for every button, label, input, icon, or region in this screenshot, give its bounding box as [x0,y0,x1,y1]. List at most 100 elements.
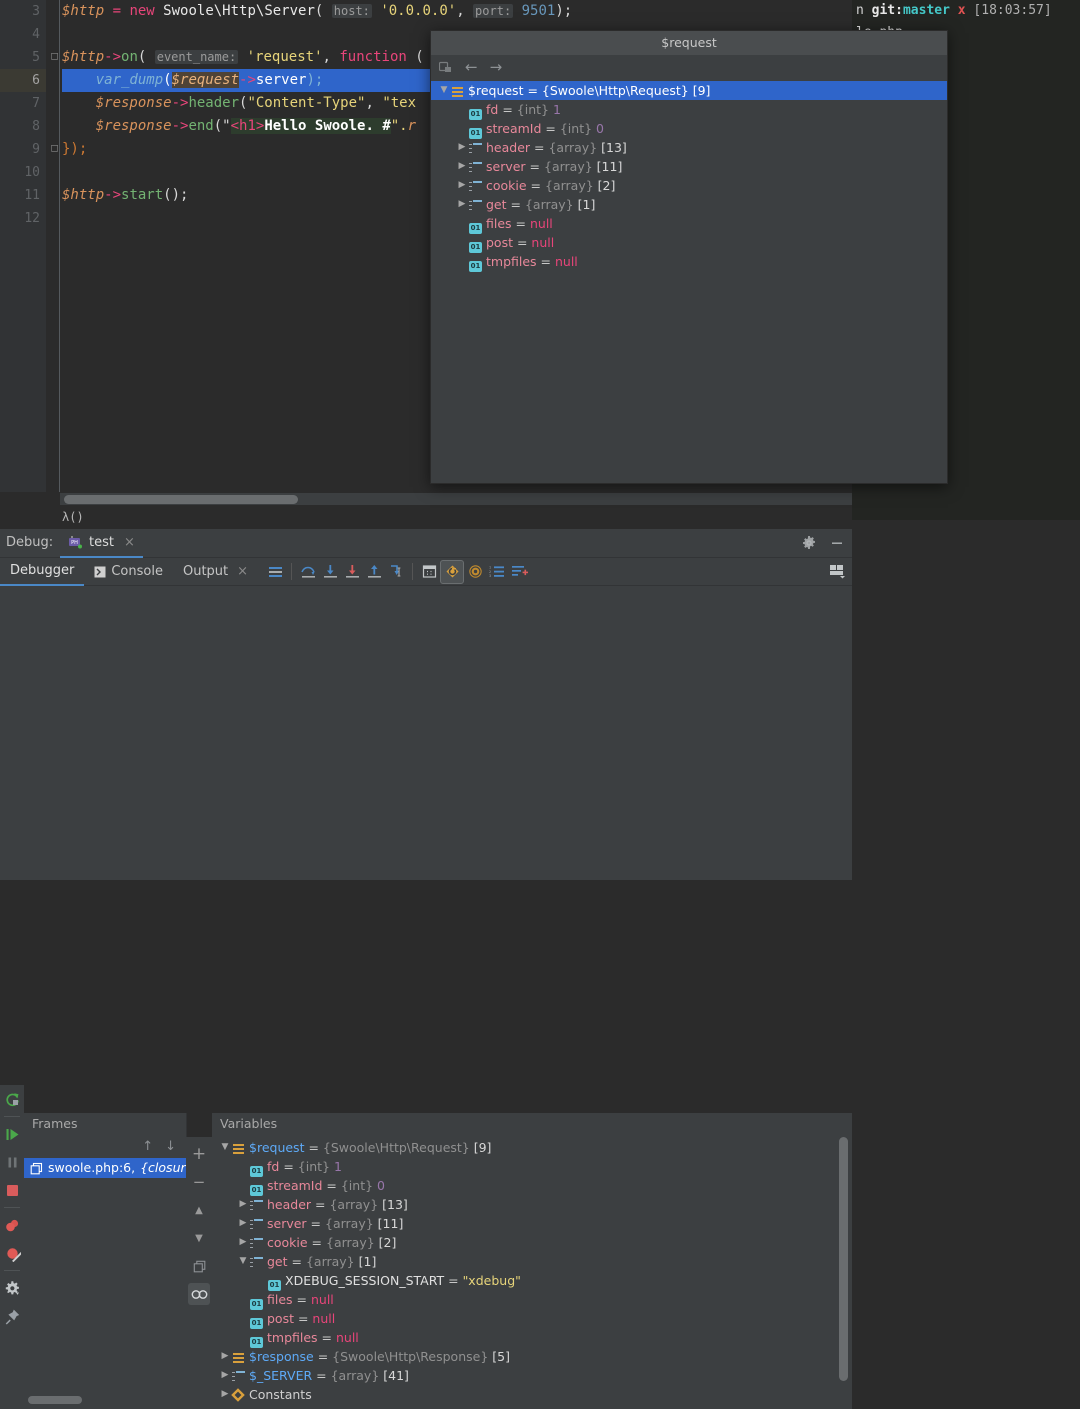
tree-row-name: $_SERVER [249,1368,312,1383]
tree-row[interactable]: ▶header = {array} [13] [431,138,947,157]
tree-row[interactable]: ▶cookie = {array} [2] [212,1233,852,1252]
variable-inspect-popup[interactable]: $request ← → ▼$request = {Swoole\Http\Re… [430,30,948,484]
copy-value-icon[interactable] [188,1255,210,1277]
show-execution-point-icon[interactable] [264,561,286,583]
stop-program-icon[interactable] [0,1176,24,1204]
step-over-icon[interactable] [297,561,319,583]
run-to-cursor-icon[interactable] [385,561,407,583]
forward-arrow-icon[interactable]: → [490,60,503,75]
collapse-twisty[interactable]: ▼ [218,1138,232,1157]
debug-actions-rail[interactable] [0,1085,24,1409]
expand-twisty[interactable]: ▶ [455,138,469,157]
tree-row[interactable]: 01XDEBUG_SESSION_START = "xdebug" [212,1271,852,1290]
expand-twisty[interactable]: ▶ [455,176,469,195]
at-breakpoint-icon[interactable] [464,561,486,583]
tree-row[interactable]: ▶Constants [212,1385,852,1404]
pause-program-icon[interactable] [0,1148,24,1176]
close-icon[interactable]: × [237,559,248,585]
debug-session-tab[interactable]: PH test × [60,529,143,558]
tree-row[interactable]: ▼$request = {Swoole\Http\Request} [9] [212,1138,852,1157]
tree-row[interactable]: 01fd = {int} 1 [431,100,947,119]
tree-row[interactable]: 01tmpfiles = null [431,252,947,271]
tree-row[interactable]: 01tmpfiles = null [212,1328,852,1347]
expand-twisty[interactable]: ▶ [236,1233,250,1252]
collapse-twisty[interactable]: ▼ [236,1252,250,1271]
scrollbar-thumb[interactable] [28,1396,82,1404]
expand-twisty[interactable]: ▶ [455,157,469,176]
tree-row[interactable]: ▼$request = {Swoole\Http\Request} [9] [431,81,947,100]
variables-tree[interactable]: ▼$request = {Swoole\Http\Request} [9]01f… [212,1134,852,1409]
code-fold-icon[interactable]: ◻ [48,50,61,63]
tree-row[interactable]: ▶server = {array} [11] [431,157,947,176]
inline-watches-icon[interactable] [188,1283,210,1305]
evaluate-expression-icon[interactable] [418,561,440,583]
mute-breakpoints-rail-icon[interactable] [0,1239,24,1267]
close-icon[interactable]: × [124,529,135,556]
tree-row[interactable]: ▶$_SERVER = {array} [41] [212,1366,852,1385]
editor-breadcrumb[interactable]: λ() [0,505,852,529]
view-breakpoints-icon[interactable] [0,1211,24,1239]
back-arrow-icon[interactable]: ← [465,60,478,75]
rerun-icon[interactable] [0,1085,24,1113]
tree-row[interactable]: ▶$response = {Swoole\Http\Response} [5] [212,1347,852,1366]
editor-horizontal-scrollbar[interactable] [60,493,852,505]
tab-debugger[interactable]: Debugger [0,558,84,586]
frames-up-icon[interactable]: ↑ [142,1139,153,1154]
tree-row[interactable]: ▶cookie = {array} [2] [431,176,947,195]
tree-row[interactable]: ▶header = {array} [13] [212,1195,852,1214]
tree-row[interactable]: 01streamId = {int} 0 [212,1176,852,1195]
code-fold-icon[interactable]: ◻ [48,142,61,155]
popup-toolbar[interactable]: ← → [431,55,947,80]
collapse-twisty[interactable]: ▼ [437,81,451,100]
expand-twisty[interactable]: ▶ [236,1214,250,1233]
frames-pane[interactable]: Frames ↑ ↓ swoole.php:6, {closure} [24,1113,187,1409]
force-step-into-icon[interactable] [341,561,363,583]
expand-twisty[interactable]: ▶ [455,195,469,214]
debugger-toolbar[interactable]: Debugger Console Output × [0,558,852,586]
step-out-icon[interactable] [363,561,385,583]
frames-horizontal-scrollbar[interactable] [28,1396,180,1406]
tree-row[interactable]: 01files = null [212,1290,852,1309]
tree-row[interactable]: ▼get = {array} [1] [212,1252,852,1271]
watches-rail[interactable]: + − ▲ ▼ [186,1137,212,1409]
tree-row-equals: = [318,1330,336,1345]
tree-row[interactable]: 01post = null [431,233,947,252]
scrollbar-thumb[interactable] [64,495,298,504]
tree-row[interactable]: ▶get = {array} [1] [431,195,947,214]
tree-row-value: 1 [330,1159,342,1174]
tree-row[interactable]: 01streamId = {int} 0 [431,119,947,138]
frame-list-item[interactable]: swoole.php:6, {closure} [24,1158,186,1178]
expand-twisty[interactable]: ▶ [218,1366,232,1385]
pin-tab-icon[interactable] [0,1302,24,1330]
settings-rail-icon[interactable] [0,1274,24,1302]
mute-breakpoints-icon[interactable] [440,560,464,584]
settings-gear-icon[interactable] [802,536,816,550]
move-down-icon[interactable]: ▼ [188,1227,210,1249]
step-into-icon[interactable] [319,561,341,583]
resume-program-icon[interactable] [0,1120,24,1148]
tree-row[interactable]: 01files = null [431,214,947,233]
sort-variables-icon[interactable]: 123 [486,561,508,583]
variables-vertical-scrollbar[interactable] [839,1137,848,1399]
expand-twisty[interactable]: ▶ [218,1347,232,1366]
tree-row[interactable]: 01post = null [212,1309,852,1328]
expand-twisty[interactable]: ▶ [236,1195,250,1214]
variables-pane[interactable]: Variables ▼$request = {Swoole\Http\Reque… [212,1113,852,1409]
tab-output[interactable]: Output × [173,559,258,585]
tree-row[interactable]: ▶server = {array} [11] [212,1214,852,1233]
frames-down-icon[interactable]: ↓ [165,1139,176,1154]
remove-watch-minus-icon[interactable]: − [188,1171,210,1193]
move-up-icon[interactable]: ▲ [188,1199,210,1221]
frames-toolbar[interactable]: ↑ ↓ [24,1134,186,1158]
scrollbar-thumb[interactable] [839,1137,848,1381]
popup-variable-tree[interactable]: ▼$request = {Swoole\Http\Request} [9]01f… [431,81,947,483]
array-type-icon [250,1238,263,1249]
add-watch-icon[interactable] [508,561,530,583]
tree-row[interactable]: 01fd = {int} 1 [212,1157,852,1176]
debug-header-actions[interactable] [802,529,844,557]
minimize-icon[interactable] [830,536,844,550]
inspect-icon[interactable] [439,61,453,74]
layout-settings-icon[interactable] [826,561,848,583]
add-watch-plus-icon[interactable]: + [188,1143,210,1165]
tab-console[interactable]: Console [84,559,173,585]
